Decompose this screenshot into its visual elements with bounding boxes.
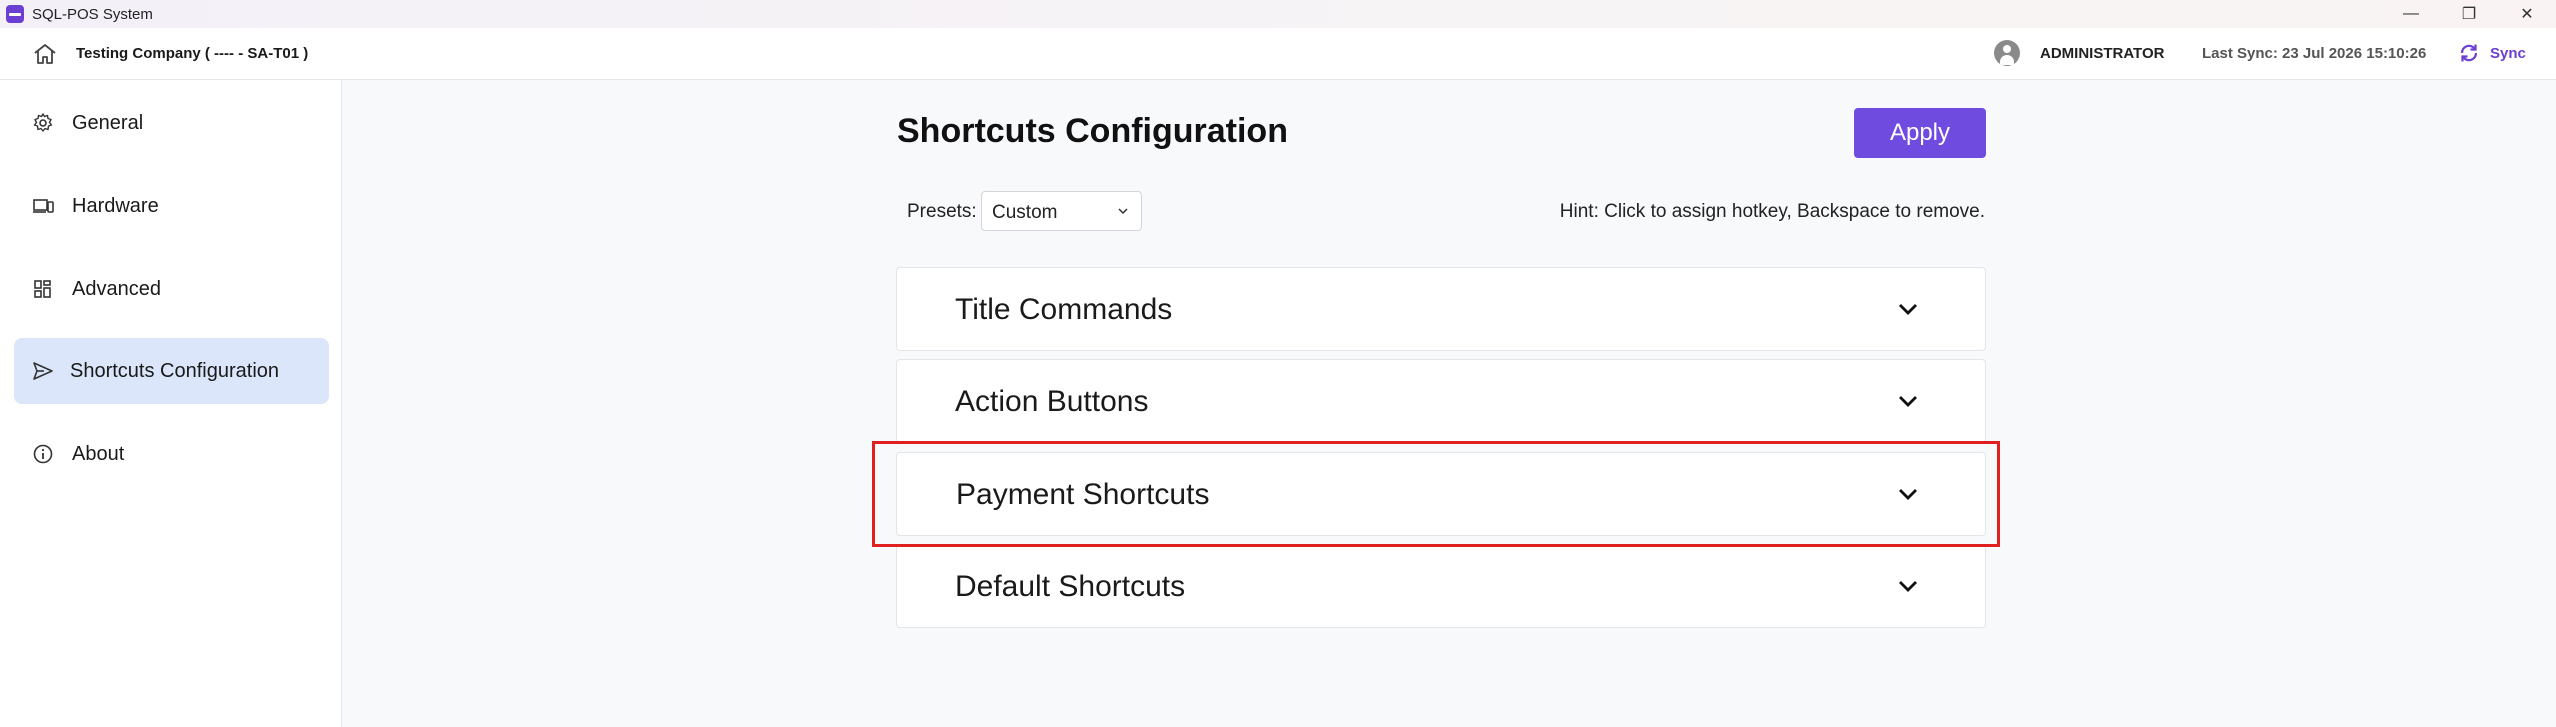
sidebar-item-label: Shortcuts Configuration — [70, 359, 280, 382]
window-titlebar: SQL-POS System — ❐ ✕ — [0, 0, 2556, 28]
sidebar-item-advanced[interactable]: Advanced — [14, 256, 329, 322]
sidebar-item-label: About — [72, 442, 125, 465]
chevron-down-icon[interactable] — [1897, 392, 1919, 410]
sidebar: General Hardware Advanced Shortcuts Conf… — [0, 80, 342, 727]
company-name: Testing Company ( ---- - SA-T01 ) — [76, 45, 309, 62]
section-label: Title Commands — [955, 293, 1173, 326]
apply-button[interactable]: Apply — [1854, 108, 1986, 158]
chevron-down-icon[interactable] — [1897, 300, 1919, 318]
presets-selected-value: Custom — [992, 202, 1058, 223]
sidebar-item-label: Advanced — [72, 277, 161, 300]
section-label: Payment Shortcuts — [956, 478, 1210, 511]
grid-icon — [34, 280, 51, 298]
window-title: SQL-POS System — [32, 5, 153, 23]
section-default-shortcuts[interactable]: Default Shortcuts — [896, 544, 1986, 628]
sync-icon[interactable] — [2458, 42, 2480, 64]
presets-dropdown[interactable]: Custom — [981, 191, 1142, 231]
chevron-down-icon[interactable] — [1897, 485, 1919, 503]
hint-text: Hint: Click to assign hotkey, Backspace … — [1559, 201, 1985, 222]
home-icon[interactable] — [32, 42, 58, 66]
chevron-down-icon[interactable] — [1897, 577, 1919, 595]
sidebar-item-about[interactable]: About — [14, 421, 329, 487]
section-label: Action Buttons — [955, 385, 1149, 418]
user-name: ADMINISTRATOR — [2040, 45, 2165, 62]
send-icon — [33, 362, 53, 380]
sidebar-item-hardware[interactable]: Hardware — [14, 173, 329, 239]
window-controls: — ❐ ✕ — [2382, 0, 2556, 28]
chevron-down-icon — [1118, 208, 1128, 215]
close-button[interactable]: ✕ — [2498, 0, 2556, 28]
page-title: Shortcuts Configuration — [897, 112, 1288, 150]
restore-button[interactable]: ❐ — [2440, 0, 2498, 28]
section-label: Default Shortcuts — [955, 570, 1186, 603]
sidebar-item-shortcuts-configuration[interactable]: Shortcuts Configuration — [14, 338, 329, 404]
app-header: Testing Company ( ---- - SA-T01 ) ADMINI… — [0, 28, 2556, 80]
sidebar-item-label: General — [72, 111, 144, 134]
avatar-icon — [1994, 40, 2020, 66]
last-sync-text: Last Sync: 23 Jul 2026 15:10:26 — [2202, 45, 2427, 62]
sidebar-item-label: Hardware — [72, 194, 159, 217]
section-title-commands[interactable]: Title Commands — [896, 267, 1986, 351]
presets-label: Presets: — [907, 201, 977, 222]
app-logo-icon — [6, 5, 24, 23]
sidebar-item-general[interactable]: General — [14, 90, 329, 156]
sync-button[interactable]: Sync — [2490, 45, 2526, 62]
section-payment-shortcuts[interactable]: Payment Shortcuts — [896, 452, 1986, 536]
minimize-button[interactable]: — — [2382, 0, 2440, 28]
gear-icon — [33, 113, 53, 132]
info-icon — [33, 444, 53, 464]
devices-icon — [33, 199, 54, 213]
section-action-buttons[interactable]: Action Buttons — [896, 359, 1986, 443]
